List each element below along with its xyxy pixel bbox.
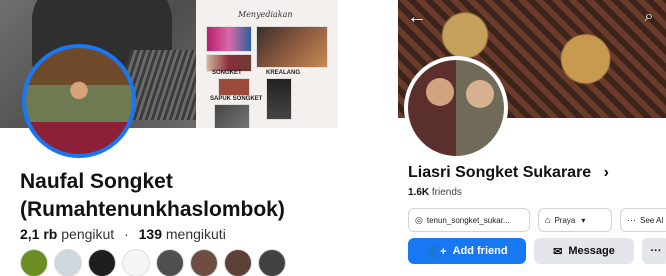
instagram-icon: ◎ — [415, 214, 423, 225]
songket-swatch — [266, 78, 292, 120]
back-arrow-icon[interactable]: ← — [406, 6, 428, 28]
instagram-chip[interactable]: ◎ tenun_songket_sukar... — [408, 208, 530, 232]
more-dots-icon: ··· — [627, 215, 636, 225]
message-button[interactable]: ✉ Message — [534, 238, 634, 264]
stats-separator: · — [124, 226, 129, 242]
message-label: Message — [568, 245, 615, 257]
follower-avatar[interactable] — [224, 249, 252, 276]
friends-count-number: 1.6K — [408, 187, 430, 198]
message-icon: ✉ — [553, 245, 563, 258]
profile-name-line1: Naufal Songket — [20, 170, 173, 193]
profile-name-line2: (Rumahtenunkhaslombok) — [20, 198, 285, 221]
profile-avatar[interactable] — [22, 44, 136, 158]
chevron-right-icon: › — [603, 164, 609, 181]
follower-avatar[interactable] — [122, 249, 150, 276]
follower-avatar[interactable] — [20, 249, 48, 276]
see-all-chip[interactable]: ··· See Al — [620, 208, 666, 232]
cover-collage: Menyediakan SONGKET KREALANG SAPUK SONGK… — [196, 0, 338, 128]
songket-swatch — [214, 104, 250, 128]
follower-avatar[interactable] — [88, 249, 116, 276]
add-friend-button[interactable]: 👤+ Add friend — [408, 238, 526, 264]
add-friend-label: Add friend — [452, 245, 508, 257]
follower-avatars — [20, 249, 286, 276]
instagram-chip-label: tenun_songket_sukar... — [426, 215, 510, 225]
left-profile-card: Menyediakan SONGKET KREALANG SAPUK SONGK… — [0, 0, 338, 276]
profile-actions: 👤+ Add friend ✉ Message ··· — [408, 238, 666, 264]
profile-name: Naufal Songket (Rumahtenunkhaslombok) — [20, 168, 336, 224]
follower-avatar[interactable] — [156, 249, 184, 276]
profile-name-text: Liasri Songket Sukarare — [408, 164, 592, 181]
followers-count[interactable]: 2,1 rb — [20, 226, 57, 242]
songket-swatch — [206, 26, 252, 52]
followers-label[interactable]: pengikut — [61, 226, 114, 242]
home-icon: ⌂ — [545, 215, 551, 225]
profile-avatar[interactable] — [404, 56, 508, 160]
see-all-label: See Al — [640, 215, 664, 225]
friends-count[interactable]: 1.6K friends — [408, 187, 462, 198]
songket-swatch — [218, 78, 250, 96]
profile-stats: 2,1 rb pengikut · 139 mengikuti — [20, 226, 226, 242]
songket-swatch — [256, 26, 328, 68]
more-options-label: ··· — [650, 245, 662, 257]
search-icon[interactable]: ⌕ — [638, 6, 660, 28]
add-friend-icon: 👤+ — [426, 245, 447, 258]
location-chip[interactable]: ⌂ Praya ▾ — [538, 208, 612, 232]
collage-caption: SONGKET — [212, 70, 242, 76]
right-profile-card: ← ⌕ Liasri Songket Sukarare › 1.6K frien… — [398, 0, 666, 276]
profile-name[interactable]: Liasri Songket Sukarare › — [408, 164, 609, 182]
collage-caption: SAPUK SONGKET — [210, 96, 263, 102]
collage-caption: KREALANG — [266, 70, 300, 76]
follower-avatar[interactable] — [258, 249, 286, 276]
friends-label: friends — [431, 187, 462, 198]
dropdown-icon: ▾ — [581, 215, 586, 225]
location-chip-label: Praya — [554, 215, 576, 225]
following-count[interactable]: 139 — [139, 226, 162, 242]
profile-chips: ◎ tenun_songket_sukar... ⌂ Praya ▾ ··· S… — [408, 208, 666, 232]
collage-title: Menyediakan — [238, 10, 293, 19]
follower-avatar[interactable] — [54, 249, 82, 276]
follower-avatar[interactable] — [190, 249, 218, 276]
more-options-button[interactable]: ··· — [642, 238, 666, 264]
following-label[interactable]: mengikuti — [166, 226, 226, 242]
